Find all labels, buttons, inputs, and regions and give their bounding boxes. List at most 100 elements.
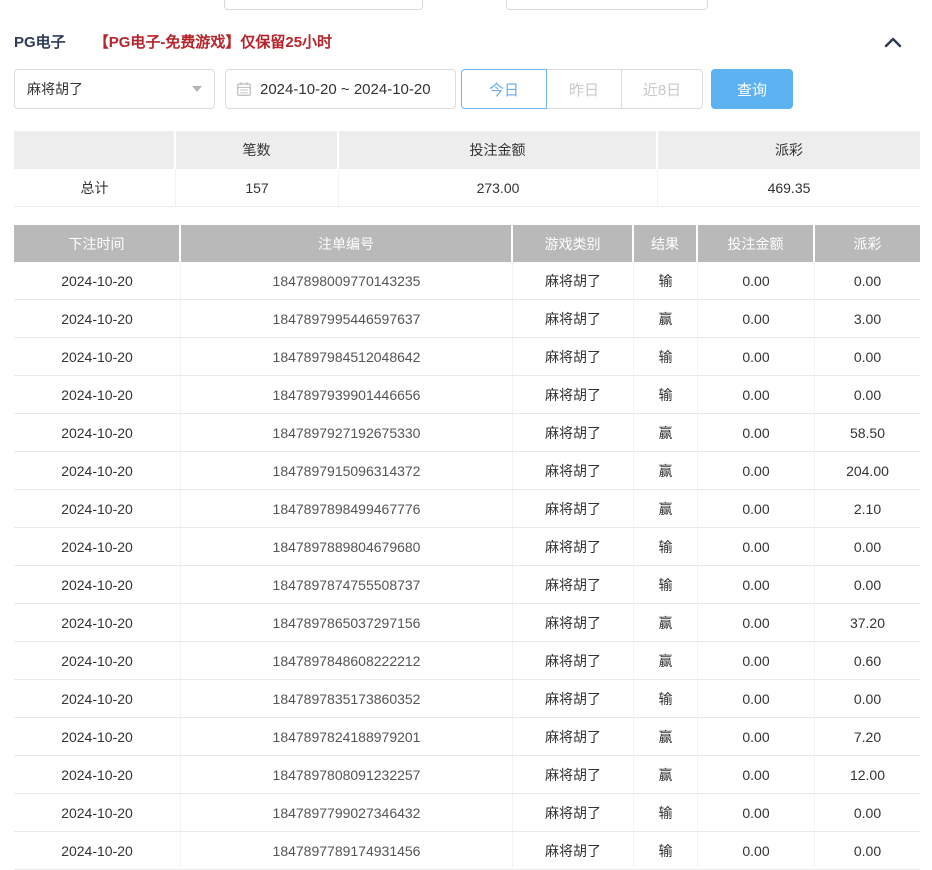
cell-bet-id: 1847897848608222212 [181, 642, 513, 680]
cell-result: 赢 [634, 300, 698, 338]
cell-bet-amount: 0.00 [698, 338, 815, 376]
cell-bet-amount: 0.00 [698, 718, 815, 756]
cell-game-type: 麻将胡了 [513, 300, 634, 338]
cell-bet-time: 2024-10-20 [14, 300, 181, 338]
cell-bet-amount: 0.00 [698, 414, 815, 452]
cell-bet-id: 1847897835173860352 [181, 680, 513, 718]
cell-payout: 0.00 [815, 376, 920, 414]
calendar-icon [236, 81, 252, 97]
quick-date-button-group: 今日 昨日 近8日 [461, 69, 703, 109]
notice-text: 【PG电子-免费游戏】仅保留25小时 [94, 31, 332, 52]
cell-bet-id: 1847897799027346432 [181, 794, 513, 832]
cell-bet-amount: 0.00 [698, 756, 815, 794]
date-range-input[interactable]: 2024-10-20 ~ 2024-10-20 [225, 69, 456, 109]
summary-total-label: 总计 [14, 169, 176, 207]
cell-result: 输 [634, 376, 698, 414]
cell-game-type: 麻将胡了 [513, 338, 634, 376]
chevron-up-icon [884, 36, 902, 48]
cell-bet-time: 2024-10-20 [14, 414, 181, 452]
table-row: 2024-10-20 1847897824188979201 麻将胡了 赢 0.… [14, 718, 920, 756]
table-row: 2024-10-20 1847897915096314372 麻将胡了 赢 0.… [14, 452, 920, 490]
summary-total-bet-amount: 273.00 [339, 169, 658, 207]
cell-bet-time: 2024-10-20 [14, 642, 181, 680]
cell-payout: 0.00 [815, 262, 920, 300]
summary-table: 笔数 投注金额 派彩 总计 157 273.00 469.35 [14, 131, 920, 207]
cell-bet-amount: 0.00 [698, 832, 815, 870]
table-row: 2024-10-20 1847897835173860352 麻将胡了 输 0.… [14, 680, 920, 718]
cell-result: 输 [634, 528, 698, 566]
cell-bet-id: 1847897889804679680 [181, 528, 513, 566]
cell-result: 赢 [634, 604, 698, 642]
summary-col-bet-amount: 投注金额 [339, 131, 658, 169]
records-header-row: 下注时间 注单编号 游戏类别 结果 投注金额 派彩 [14, 225, 920, 262]
partial-input-left[interactable] [224, 0, 423, 10]
cell-game-type: 麻将胡了 [513, 680, 634, 718]
cell-bet-amount: 0.00 [698, 300, 815, 338]
records-table-body: 2024-10-20 1847898009770143235 麻将胡了 输 0.… [14, 262, 920, 870]
cell-game-type: 麻将胡了 [513, 566, 634, 604]
cell-payout: 204.00 [815, 452, 920, 490]
records-section: 下注时间 注单编号 游戏类别 结果 投注金额 派彩 2024-10-20 184… [14, 225, 920, 870]
cell-game-type: 麻将胡了 [513, 604, 634, 642]
yesterday-button[interactable]: 昨日 [546, 69, 622, 109]
cell-bet-id: 1847897898499467776 [181, 490, 513, 528]
col-header-bet-amount: 投注金额 [698, 225, 815, 262]
game-select-value: 麻将胡了 [27, 79, 83, 99]
caret-down-icon [192, 86, 202, 92]
cell-result: 输 [634, 566, 698, 604]
cell-bet-id: 1847897984512048642 [181, 338, 513, 376]
cell-result: 赢 [634, 452, 698, 490]
partial-input-right[interactable] [506, 0, 708, 10]
cell-result: 输 [634, 338, 698, 376]
summary-total-payout: 469.35 [658, 169, 920, 207]
cell-bet-amount: 0.00 [698, 528, 815, 566]
cell-result: 赢 [634, 414, 698, 452]
col-header-payout: 派彩 [815, 225, 920, 262]
table-row: 2024-10-20 1847897848608222212 麻将胡了 赢 0.… [14, 642, 920, 680]
col-header-result: 结果 [634, 225, 698, 262]
cell-bet-time: 2024-10-20 [14, 680, 181, 718]
table-row: 2024-10-20 1847897898499467776 麻将胡了 赢 0.… [14, 490, 920, 528]
collapse-section-button[interactable] [882, 33, 904, 51]
cell-bet-amount: 0.00 [698, 490, 815, 528]
table-row: 2024-10-20 1847897808091232257 麻将胡了 赢 0.… [14, 756, 920, 794]
records-table: 下注时间 注单编号 游戏类别 结果 投注金额 派彩 2024-10-20 184… [14, 225, 920, 870]
cell-result: 输 [634, 680, 698, 718]
table-row: 2024-10-20 1847897789174931456 麻将胡了 输 0.… [14, 832, 920, 870]
cell-game-type: 麻将胡了 [513, 490, 634, 528]
cell-game-type: 麻将胡了 [513, 452, 634, 490]
cell-result: 输 [634, 262, 698, 300]
cell-bet-id: 1847898009770143235 [181, 262, 513, 300]
table-row: 2024-10-20 1847897984512048642 麻将胡了 输 0.… [14, 338, 920, 376]
cell-bet-id: 1847897915096314372 [181, 452, 513, 490]
cell-bet-amount: 0.00 [698, 262, 815, 300]
cell-bet-id: 1847897789174931456 [181, 832, 513, 870]
query-button[interactable]: 查询 [711, 69, 793, 109]
cell-payout: 0.00 [815, 528, 920, 566]
today-button[interactable]: 今日 [461, 69, 547, 109]
table-row: 2024-10-20 1847897874755508737 麻将胡了 输 0.… [14, 566, 920, 604]
page-title: PG电子 [14, 31, 66, 52]
cell-bet-time: 2024-10-20 [14, 604, 181, 642]
summary-header-row: 笔数 投注金额 派彩 [14, 131, 920, 169]
cell-bet-time: 2024-10-20 [14, 718, 181, 756]
table-row: 2024-10-20 1847897939901446656 麻将胡了 输 0.… [14, 376, 920, 414]
cell-game-type: 麻将胡了 [513, 756, 634, 794]
game-select[interactable]: 麻将胡了 [14, 69, 215, 109]
cell-payout: 0.00 [815, 566, 920, 604]
table-row: 2024-10-20 1847897865037297156 麻将胡了 赢 0.… [14, 604, 920, 642]
cell-bet-id: 1847897865037297156 [181, 604, 513, 642]
date-range-value: 2024-10-20 ~ 2024-10-20 [260, 81, 431, 98]
cell-result: 输 [634, 832, 698, 870]
last-8-days-button[interactable]: 近8日 [621, 69, 703, 109]
table-row: 2024-10-20 1847897927192675330 麻将胡了 赢 0.… [14, 414, 920, 452]
cell-payout: 37.20 [815, 604, 920, 642]
col-header-bet-time: 下注时间 [14, 225, 181, 262]
summary-section: 笔数 投注金额 派彩 总计 157 273.00 469.35 [14, 131, 920, 207]
summary-col-blank [14, 131, 176, 169]
cell-bet-time: 2024-10-20 [14, 756, 181, 794]
table-row: 2024-10-20 1847897889804679680 麻将胡了 输 0.… [14, 528, 920, 566]
cell-game-type: 麻将胡了 [513, 262, 634, 300]
cell-bet-time: 2024-10-20 [14, 376, 181, 414]
cell-result: 赢 [634, 642, 698, 680]
